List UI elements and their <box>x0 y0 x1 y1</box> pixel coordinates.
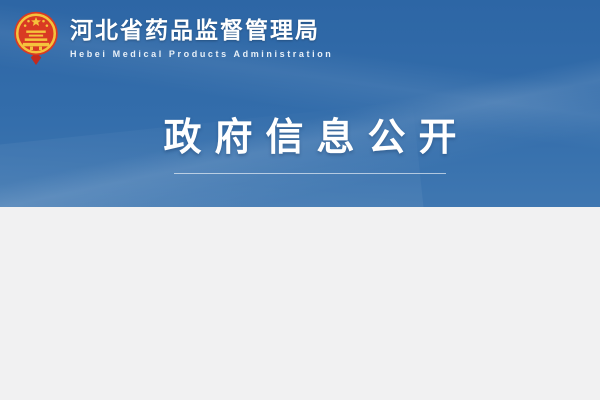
national-emblem-icon <box>12 10 60 66</box>
org-name-cn: 河北省药品监督管理局 <box>70 17 333 45</box>
org-name-block: 河北省药品监督管理局 Hebei Medical Products Admini… <box>70 17 333 59</box>
banner-underline <box>174 173 446 174</box>
banner-title: 政府信息公开 <box>0 106 600 161</box>
main-content: 当前位置： 首页 > 政府信息公开 > 法定主动公开内容 > 政策解读 索引号 … <box>0 207 600 400</box>
site-header: 河北省药品监督管理局 Hebei Medical Products Admini… <box>0 0 600 207</box>
banner: 政府信息公开 <box>0 106 600 174</box>
org-name-en: Hebei Medical Products Administration <box>70 49 333 59</box>
site-logo-link[interactable]: 河北省药品监督管理局 Hebei Medical Products Admini… <box>12 10 333 66</box>
page: 河北省药品监督管理局 Hebei Medical Products Admini… <box>0 0 600 400</box>
